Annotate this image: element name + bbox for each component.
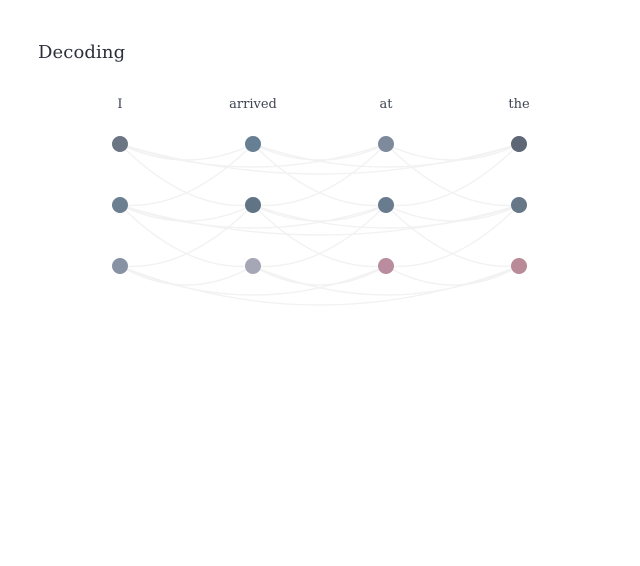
link-arc bbox=[252, 204, 387, 222]
node[interactable] bbox=[378, 258, 394, 274]
link-arc bbox=[385, 204, 520, 268]
link-arc bbox=[385, 143, 520, 161]
link-arc bbox=[252, 265, 387, 286]
link-arc bbox=[119, 204, 254, 268]
link-arc bbox=[119, 143, 520, 175]
link-arc bbox=[119, 143, 254, 207]
link-arc bbox=[252, 143, 387, 161]
node[interactable] bbox=[245, 197, 261, 213]
node[interactable] bbox=[378, 136, 394, 152]
link-arc bbox=[385, 265, 520, 286]
node[interactable] bbox=[245, 258, 261, 274]
link-arc bbox=[252, 204, 387, 268]
link-arc bbox=[119, 204, 254, 222]
link-arc bbox=[252, 204, 387, 268]
link-arc bbox=[119, 204, 520, 236]
node[interactable] bbox=[112, 258, 128, 274]
node[interactable] bbox=[378, 197, 394, 213]
attention-links bbox=[119, 143, 520, 306]
link-arc bbox=[119, 265, 254, 286]
link-arc bbox=[119, 143, 254, 207]
link-arc bbox=[385, 204, 520, 268]
link-arc bbox=[252, 143, 387, 207]
link-arc bbox=[385, 143, 520, 207]
link-arc bbox=[385, 204, 520, 222]
node[interactable] bbox=[112, 136, 128, 152]
link-arc bbox=[385, 143, 520, 207]
node[interactable] bbox=[511, 136, 527, 152]
link-arc bbox=[252, 143, 387, 207]
link-arc bbox=[119, 204, 254, 268]
link-arc bbox=[119, 143, 254, 161]
node[interactable] bbox=[511, 258, 527, 274]
node[interactable] bbox=[112, 197, 128, 213]
node[interactable] bbox=[511, 197, 527, 213]
node[interactable] bbox=[245, 136, 261, 152]
